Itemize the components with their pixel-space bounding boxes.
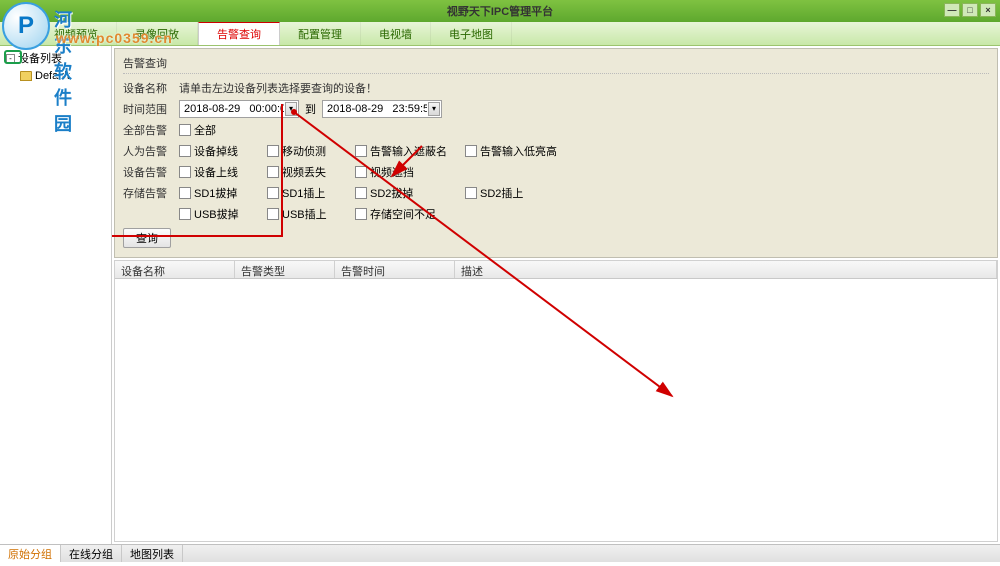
th-alarm-type[interactable]: 告警类型 [235, 261, 335, 278]
tree-item-label: Default [35, 70, 70, 82]
filter-row-all: 全部告警 全部 [123, 120, 989, 140]
th-description[interactable]: 描述 [455, 261, 997, 278]
checkbox-sd2-inserted[interactable] [465, 187, 477, 199]
menu-tab-preview[interactable]: 视频预览 [0, 22, 117, 45]
titlebar: 视野天下IPC管理平台 — □ × [0, 0, 1000, 22]
checkbox-usb-removed[interactable] [179, 208, 191, 220]
th-alarm-time[interactable]: 告警时间 [335, 261, 455, 278]
filter-row-storage-1: 存储告警 SD1拔掉 SD1插上 SD2拔掉 SD2插上 [123, 183, 989, 203]
checkbox-sd1-removed[interactable] [179, 187, 191, 199]
main-area: - 设备列表 Default 告警查询 设备名称 请单击左边设备列表选择要查询的… [0, 46, 1000, 544]
checkbox-motion-detect[interactable] [267, 145, 279, 157]
checkbox-sd2-removed[interactable] [355, 187, 367, 199]
chevron-down-icon[interactable]: ▾ [428, 102, 440, 116]
menu-tab-config[interactable]: 配置管理 [280, 22, 361, 45]
label-to: 到 [305, 101, 316, 117]
tree-root[interactable]: - 设备列表 [2, 48, 109, 68]
menu-tab-playback[interactable]: 录像回放 [117, 22, 198, 45]
status-tab-original-group[interactable]: 原始分组 [0, 545, 61, 562]
checkbox-alarm-input-cover[interactable] [355, 145, 367, 157]
tree-collapse-icon[interactable]: - [6, 54, 15, 63]
results-table: 设备名称 告警类型 告警时间 描述 [114, 260, 998, 542]
menu-tab-tvwall[interactable]: 电视墙 [361, 22, 431, 45]
checkbox-sd1-inserted[interactable] [267, 187, 279, 199]
checkbox-video-loss[interactable] [267, 166, 279, 178]
table-header: 设备名称 告警类型 告警时间 描述 [115, 261, 997, 279]
maximize-button[interactable]: □ [962, 3, 978, 17]
tree-root-label: 设备列表 [18, 50, 62, 66]
checkbox-video-tamper[interactable] [355, 166, 367, 178]
filter-row-manual: 人为告警 设备掉线 移动侦测 告警输入遮蔽名 告警输入低亮高 [123, 141, 989, 161]
checkbox-device-online[interactable] [179, 166, 191, 178]
filter-panel-title: 告警查询 [123, 55, 989, 74]
filter-row-storage-2: USB拔掉 USB插上 存储空间不足 [123, 204, 989, 224]
label-storage-alarm: 存储告警 [123, 185, 179, 201]
window-controls: — □ × [944, 3, 996, 17]
th-device-name[interactable]: 设备名称 [115, 261, 235, 278]
status-tab-map-list[interactable]: 地图列表 [122, 545, 183, 562]
device-tree-sidebar: - 设备列表 Default [0, 46, 112, 544]
filter-row-actions: 查询 [123, 228, 989, 248]
hint-device-name: 请单击左边设备列表选择要查询的设备！ [179, 80, 377, 96]
checkbox-usb-inserted[interactable] [267, 208, 279, 220]
filter-row-device: 设备告警 设备上线 视频丢失 视频遮挡 [123, 162, 989, 182]
checkbox-all[interactable] [179, 124, 191, 136]
content-area: 告警查询 设备名称 请单击左边设备列表选择要查询的设备！ 时间范围 ▾ 到 ▾ … [112, 46, 1000, 544]
label-device-alarm: 设备告警 [123, 164, 179, 180]
checkbox-device-offline[interactable] [179, 145, 191, 157]
chevron-down-icon[interactable]: ▾ [285, 102, 297, 116]
menu-tab-alarm-query[interactable]: 告警查询 [198, 22, 280, 45]
menubar: 视频预览 录像回放 告警查询 配置管理 电视墙 电子地图 [0, 22, 1000, 46]
label-all-alarm: 全部告警 [123, 122, 179, 138]
label-manual-alarm: 人为告警 [123, 143, 179, 159]
status-tab-online-group[interactable]: 在线分组 [61, 545, 122, 562]
app-title: 视野天下IPC管理平台 [447, 3, 553, 19]
query-button[interactable]: 查询 [123, 228, 171, 248]
close-button[interactable]: × [980, 3, 996, 17]
menu-tab-emap[interactable]: 电子地图 [431, 22, 512, 45]
datetime-to-input[interactable] [322, 100, 442, 118]
minimize-button[interactable]: — [944, 3, 960, 17]
filter-row-device-name: 设备名称 请单击左边设备列表选择要查询的设备！ [123, 78, 989, 98]
checkbox-alarm-input-lowbright[interactable] [465, 145, 477, 157]
datetime-from-input[interactable] [179, 100, 299, 118]
label-time-range: 时间范围 [123, 101, 179, 117]
folder-icon [20, 71, 32, 81]
filter-row-time-range: 时间范围 ▾ 到 ▾ [123, 99, 989, 119]
checkbox-storage-low[interactable] [355, 208, 367, 220]
alarm-filter-panel: 告警查询 设备名称 请单击左边设备列表选择要查询的设备！ 时间范围 ▾ 到 ▾ … [114, 48, 998, 258]
label-device-name: 设备名称 [123, 80, 179, 96]
statusbar: 原始分组 在线分组 地图列表 [0, 544, 1000, 562]
tree-item-default[interactable]: Default [2, 68, 109, 84]
